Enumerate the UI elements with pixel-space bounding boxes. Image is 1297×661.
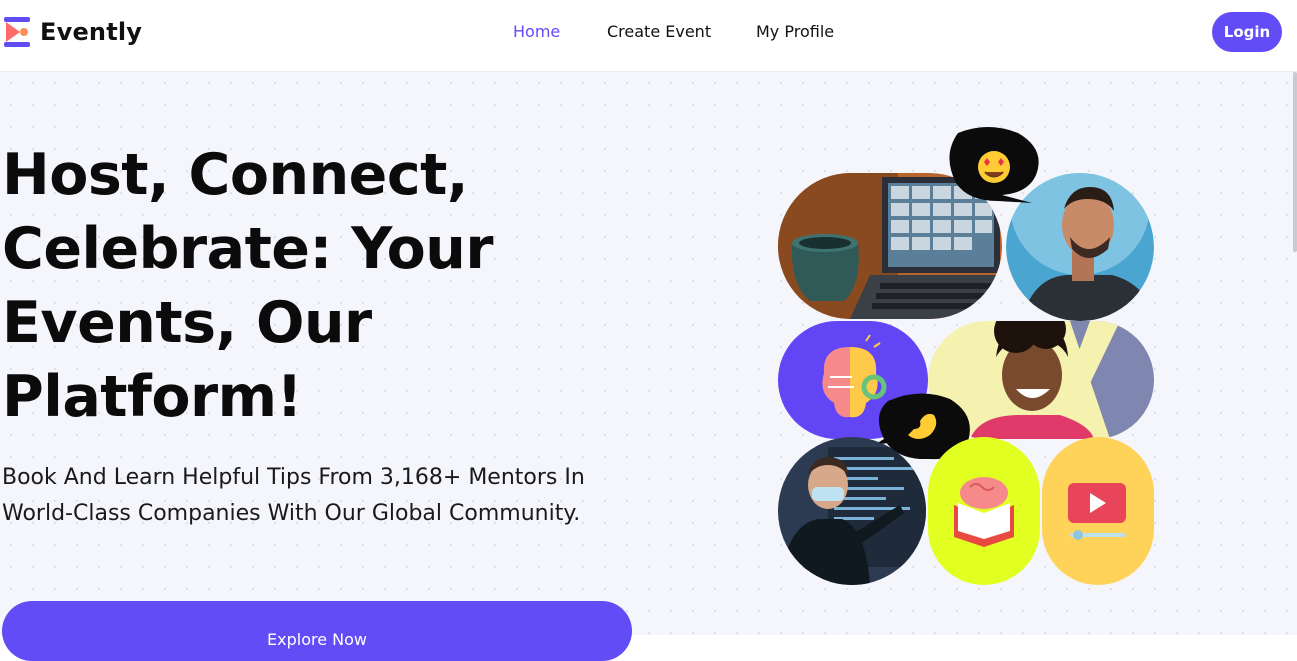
hero-subtitle: Book And Learn Helpful Tips From 3,168+ … bbox=[2, 465, 585, 526]
nav-home[interactable]: Home bbox=[513, 22, 560, 41]
hero-title: Host, Connect, Celebrate: Your Events, O… bbox=[2, 142, 494, 430]
evently-logo-icon bbox=[4, 17, 30, 47]
hero-collage bbox=[770, 125, 1170, 595]
video-play-icon bbox=[1042, 437, 1154, 585]
login-button[interactable]: Login bbox=[1212, 12, 1282, 52]
brand-logo[interactable]: Evently bbox=[2, 16, 142, 48]
top-navbar: Evently Home Create Event My Profile Log… bbox=[0, 0, 1297, 72]
explore-now-button[interactable]: Explore Now bbox=[2, 601, 632, 661]
page-scrollbar[interactable] bbox=[1293, 72, 1297, 252]
nav-my-profile[interactable]: My Profile bbox=[756, 22, 834, 41]
nav-create-event[interactable]: Create Event bbox=[607, 22, 711, 41]
presenter-photo bbox=[778, 437, 926, 585]
brand-name: Evently bbox=[40, 18, 143, 46]
brain-book-icon bbox=[928, 437, 1040, 585]
